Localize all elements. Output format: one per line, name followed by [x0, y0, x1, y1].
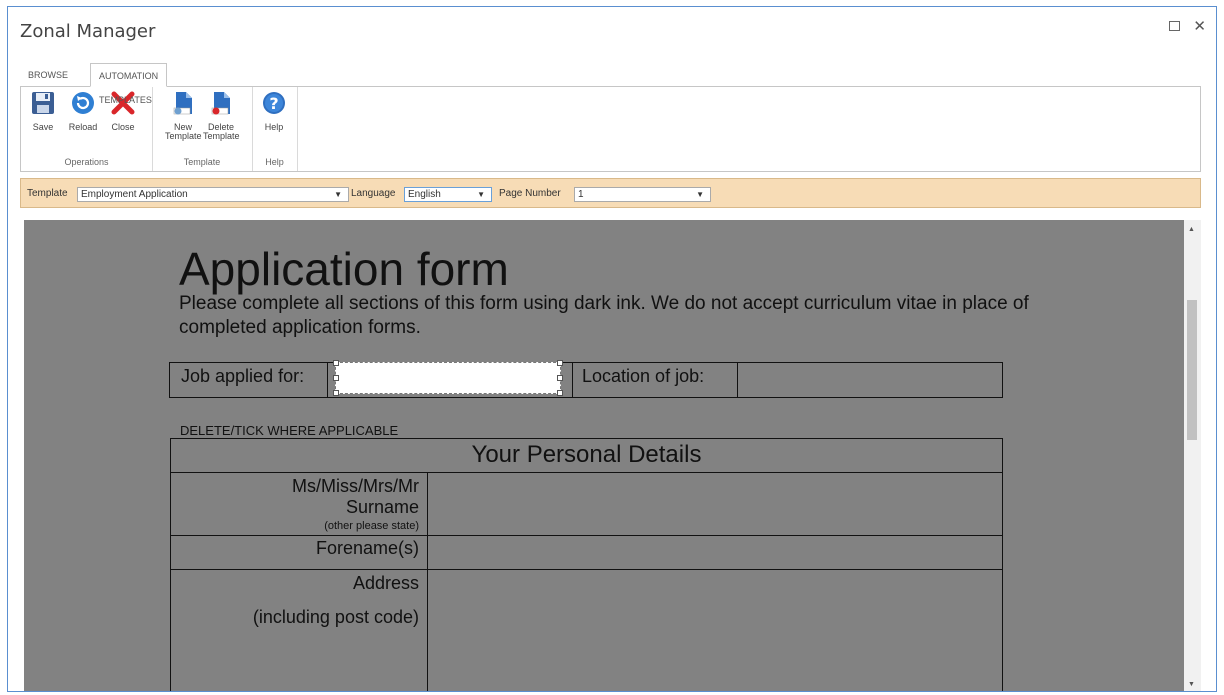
- new-template-button[interactable]: New Template: [165, 91, 202, 141]
- scroll-down-icon[interactable]: ▼: [1188, 681, 1195, 688]
- close-window-icon[interactable]: ✕: [1193, 17, 1206, 35]
- page-number-select[interactable]: 1 ▼: [574, 187, 711, 202]
- maximize-icon[interactable]: [1169, 21, 1180, 31]
- window-title: Zonal Manager: [20, 21, 156, 42]
- help-icon: ?: [263, 92, 285, 114]
- surname-label: Surname: [345, 497, 419, 517]
- language-label: Language: [351, 188, 396, 199]
- template-toolbar: Template Employment Application ▼ Langua…: [20, 178, 1201, 208]
- tab-automation-templates[interactable]: AUTOMATION TEMPLATES: [90, 63, 168, 105]
- divider: [327, 362, 328, 398]
- reload-button[interactable]: Reload: [68, 91, 98, 132]
- divider: [170, 472, 1003, 473]
- chevron-down-icon: ▼: [334, 190, 342, 199]
- reload-icon: [72, 92, 94, 114]
- template-label: Template: [27, 188, 68, 199]
- scroll-up-icon[interactable]: ▲: [1188, 226, 1195, 233]
- chevron-down-icon: ▼: [477, 190, 485, 199]
- zonal-manager-dialog: Zonal Manager ✕ BROWSE AUTOMATION TEMPLA…: [7, 6, 1217, 692]
- delete-template-button[interactable]: Delete Template: [203, 91, 240, 141]
- divider: [572, 362, 573, 398]
- resize-handle[interactable]: [333, 360, 339, 366]
- ribbon: Save Reload Close Operations New Templat…: [20, 86, 1201, 172]
- document-intro: Please complete all sections of this for…: [179, 293, 1029, 338]
- resize-handle[interactable]: [333, 375, 339, 381]
- divider: [170, 569, 1003, 570]
- language-select[interactable]: English ▼: [404, 187, 492, 202]
- help-label: Help: [264, 122, 284, 132]
- location-label: Location of job:: [582, 366, 705, 386]
- close-label: Close: [111, 122, 135, 132]
- resize-handle[interactable]: [557, 375, 563, 381]
- save-icon: [32, 92, 54, 114]
- page-number-select-value: 1: [578, 189, 584, 200]
- reload-label: Reload: [68, 122, 98, 132]
- section-title: Your Personal Details: [471, 441, 702, 468]
- document-viewer[interactable]: Application form Please complete all sec…: [24, 220, 1184, 691]
- title-line-label: Ms/Miss/Mrs/Mr: [292, 476, 419, 496]
- new-template-label-2: Template: [165, 131, 202, 141]
- vertical-scrollbar[interactable]: ▲ ▼: [1184, 220, 1201, 691]
- job-applied-field-selection[interactable]: [333, 360, 563, 396]
- tab-browse[interactable]: BROWSE: [20, 63, 76, 87]
- save-label: Save: [32, 122, 54, 132]
- post-code-label: (including post code): [252, 607, 419, 627]
- address-label: Address: [352, 573, 419, 593]
- template-select-value: Employment Application: [81, 189, 188, 200]
- ribbon-group-template: New Template Delete Template Template: [152, 87, 253, 171]
- page-number-label: Page Number: [499, 188, 561, 199]
- document-title: Application form: [179, 243, 509, 295]
- ribbon-group-help: ? Help Help: [252, 87, 298, 171]
- group-label-operations: Operations: [64, 157, 109, 167]
- divider: [170, 535, 1003, 536]
- divider: [737, 362, 738, 398]
- language-select-value: English: [408, 189, 441, 200]
- forenames-label: Forename(s): [315, 538, 419, 558]
- template-select[interactable]: Employment Application ▼: [77, 187, 349, 202]
- new-template-icon: [173, 92, 192, 115]
- delete-template-icon: [211, 92, 230, 115]
- group-label-template: Template: [183, 157, 221, 167]
- svg-text:?: ?: [269, 94, 278, 113]
- resize-handle[interactable]: [333, 390, 339, 396]
- resize-handle[interactable]: [557, 360, 563, 366]
- divider: [427, 472, 428, 691]
- delete-tick-note: DELETE/TICK WHERE APPLICABLE: [180, 423, 399, 438]
- delete-template-label-2: Template: [203, 131, 240, 141]
- scrollbar-thumb[interactable]: [1187, 300, 1197, 440]
- save-button[interactable]: Save: [28, 91, 58, 132]
- help-button[interactable]: ? Help: [259, 91, 289, 132]
- group-label-help: Help: [265, 157, 284, 167]
- other-state-label: (other please state): [324, 520, 419, 532]
- job-applied-label: Job applied for:: [181, 366, 305, 386]
- chevron-down-icon: ▼: [696, 190, 704, 199]
- resize-handle[interactable]: [557, 390, 563, 396]
